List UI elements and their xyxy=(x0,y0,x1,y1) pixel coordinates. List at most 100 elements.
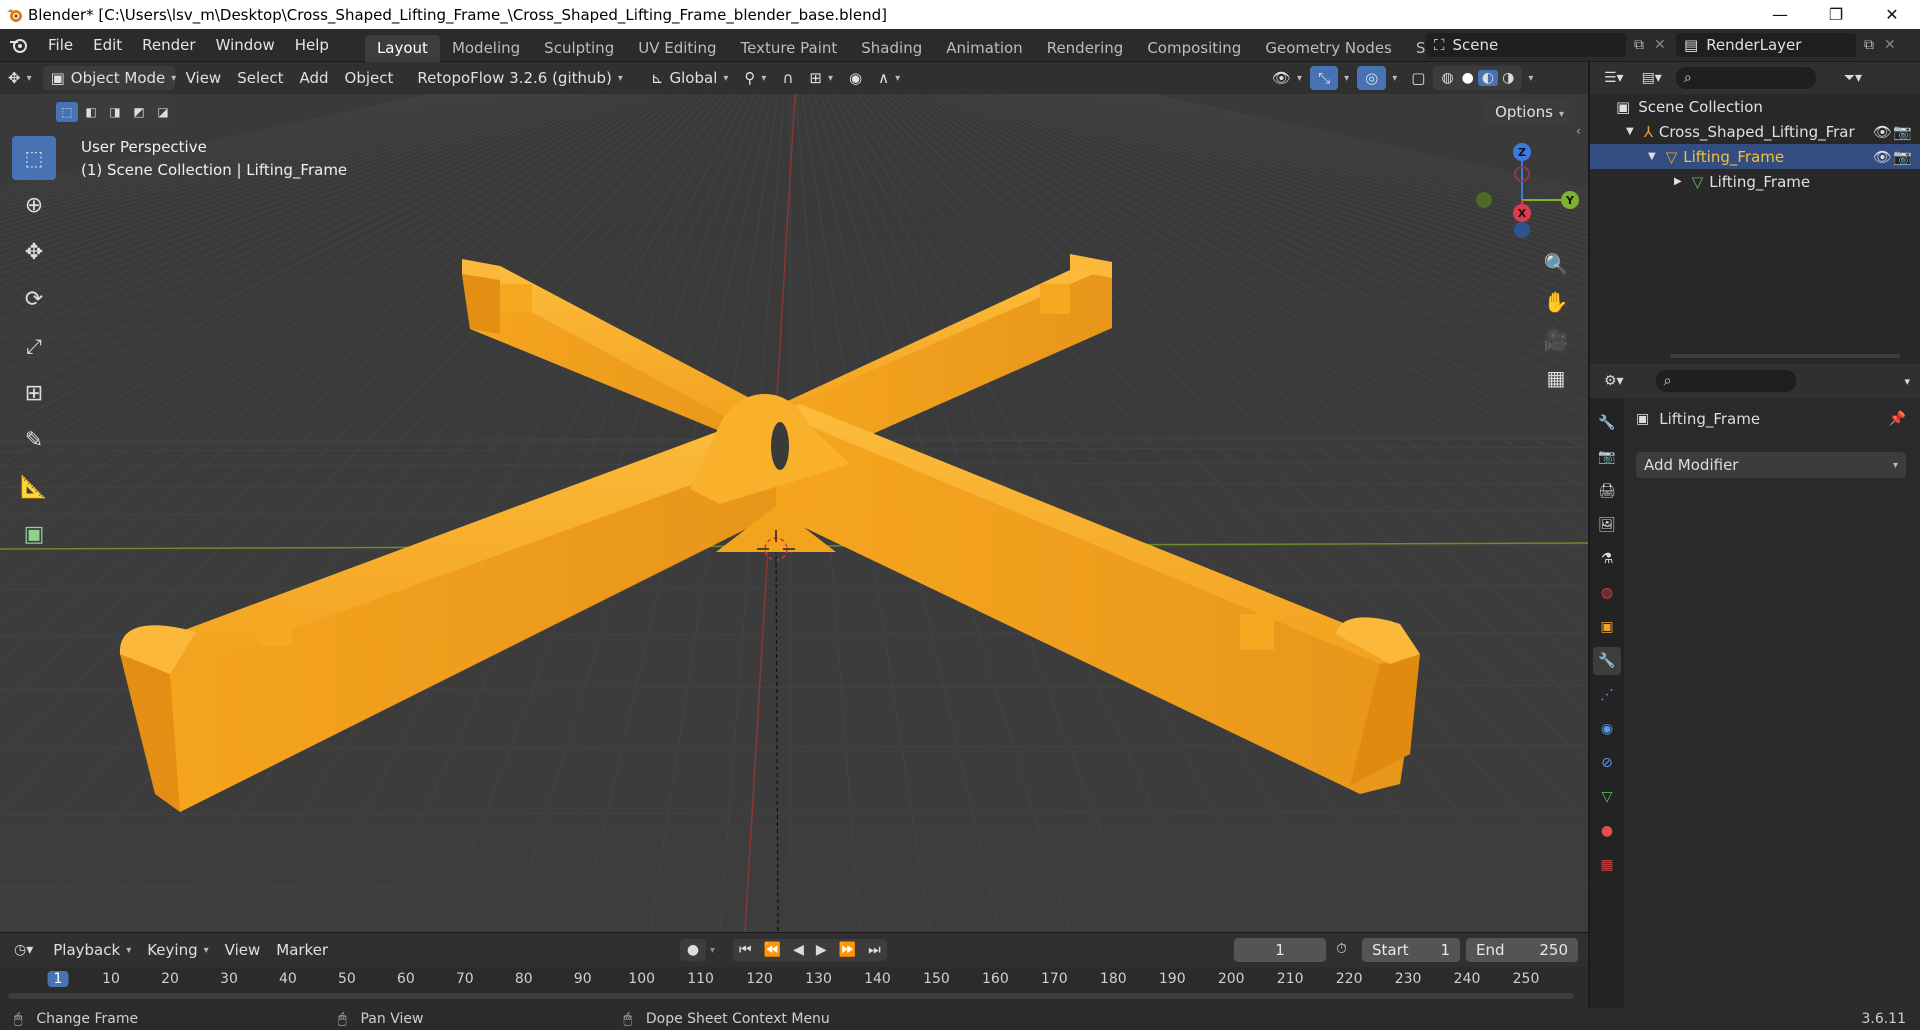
object-tab-icon[interactable]: ▣ xyxy=(1593,613,1621,641)
sidebar-toggle-icon[interactable]: ‹ xyxy=(1576,124,1581,138)
properties-options-icon[interactable]: ▾ xyxy=(1904,375,1910,388)
view-layer-tab-icon[interactable]: 🖼 xyxy=(1593,511,1621,539)
pin-icon[interactable]: 📌 xyxy=(1889,411,1906,427)
tab-shading[interactable]: Shading xyxy=(849,35,934,62)
new-scene-icon[interactable]: ⧉ xyxy=(1634,37,1644,53)
snap-toggle[interactable]: ∩ xyxy=(774,66,801,90)
overlay-dropdown-icon[interactable]: ▾ xyxy=(1392,73,1397,84)
outliner-root[interactable]: ▣ Scene Collection xyxy=(1590,94,1920,119)
proportional-edit-toggle[interactable]: ◉ xyxy=(841,66,870,90)
outliner-item-collection[interactable]: ▼ ⅄ Cross_Shaped_Lifting_Frar 👁 📷 xyxy=(1590,119,1920,144)
output-tab-icon[interactable]: 🖨 xyxy=(1593,477,1621,505)
outliner-search-input[interactable]: ⌕ xyxy=(1675,67,1816,89)
menu-playback[interactable]: Playback ▾ xyxy=(45,938,139,962)
restore-icon[interactable]: ❐ xyxy=(1808,0,1864,29)
menu-add[interactable]: Add xyxy=(292,66,337,90)
falloff-dropdown[interactable]: ∧ ▾ xyxy=(870,66,908,90)
render-layer-selector[interactable]: ▤ RenderLayer xyxy=(1676,33,1856,57)
hand-pan-icon[interactable]: ✋ xyxy=(1539,285,1573,319)
editor-type-button[interactable]: ✥ ▾ xyxy=(0,66,40,90)
transform-orientation-dropdown[interactable]: ⊾ Global ▾ xyxy=(643,66,736,90)
play-icon[interactable]: ▶ xyxy=(810,942,833,958)
menu-render[interactable]: Render xyxy=(132,29,205,62)
scene-tab-icon[interactable]: ⚗ xyxy=(1593,545,1621,573)
material-tab-icon[interactable]: ● xyxy=(1593,817,1621,845)
select-subtract-icon[interactable]: ◨ xyxy=(104,102,126,122)
tool-tab-icon[interactable]: 🔧 xyxy=(1593,409,1621,437)
material-shading-icon[interactable]: ◐ xyxy=(1477,70,1499,86)
jump-keyframe-back-icon[interactable]: ⏪ xyxy=(758,942,787,958)
add-modifier-dropdown[interactable]: Add Modifier ▾ xyxy=(1636,452,1906,478)
blender-menu-icon[interactable] xyxy=(0,36,38,54)
menu-keying[interactable]: Keying ▾ xyxy=(139,938,216,962)
tab-sculpting[interactable]: Sculpting xyxy=(532,35,626,62)
menu-edit[interactable]: Edit xyxy=(83,29,132,62)
outliner-scrollbar[interactable] xyxy=(1670,354,1900,358)
retopoflow-menu[interactable]: RetopoFlow 3.2.6 (github) ▾ xyxy=(409,66,631,90)
rotate-tool[interactable]: ⟳ xyxy=(12,277,56,321)
transform-tool[interactable]: ⊞ xyxy=(12,371,56,415)
zoom-icon[interactable]: 🔍 xyxy=(1539,247,1573,281)
visibility-eye-icon[interactable]: 👁 xyxy=(1873,148,1892,166)
stopwatch-icon[interactable]: ⏱ xyxy=(1336,941,1347,957)
visibility-dropdown[interactable]: 👁 ▾ xyxy=(1264,66,1310,90)
menu-window[interactable]: Window xyxy=(206,29,285,62)
wireframe-shading-icon[interactable]: ◍ xyxy=(1437,70,1457,86)
tab-animation[interactable]: Animation xyxy=(934,35,1034,62)
outliner-item-lifting-frame[interactable]: ▼ ▽ Lifting_Frame 👁 📷 xyxy=(1590,144,1920,169)
world-tab-icon[interactable]: ◍ xyxy=(1593,579,1621,607)
texture-tab-icon[interactable]: ▦ xyxy=(1593,851,1621,879)
display-mode-icon[interactable]: ▤▾ xyxy=(1642,70,1662,86)
add-cube-tool[interactable]: ▣ xyxy=(12,512,56,556)
select-intersect-icon[interactable]: ◪ xyxy=(152,102,174,122)
rendered-shading-icon[interactable]: ◑ xyxy=(1498,70,1518,86)
delete-scene-icon[interactable]: ✕ xyxy=(1654,37,1666,53)
select-invert-icon[interactable]: ◩ xyxy=(128,102,150,122)
select-box-tool[interactable]: ⬚ xyxy=(12,136,56,180)
select-extend-icon[interactable]: ◧ xyxy=(80,102,102,122)
viewport-options-button[interactable]: Options ▾ xyxy=(1485,100,1574,124)
play-reverse-icon[interactable]: ◀ xyxy=(787,942,810,958)
tab-layout[interactable]: Layout xyxy=(364,34,440,62)
gizmo-dropdown-icon[interactable]: ▾ xyxy=(1344,73,1349,84)
3d-viewport[interactable]: ⬚ ◧ ◨ ◩ ◪ ⬚ ⊕ ✥ ⟳ ⤢ ⊞ ✎ 📐 ▣ User Perspec… xyxy=(0,94,1588,932)
end-frame-field[interactable]: End 250 xyxy=(1466,938,1578,962)
menu-help[interactable]: Help xyxy=(285,29,339,62)
visibility-eye-icon[interactable]: 👁 xyxy=(1873,123,1892,141)
timeline-scrollbar[interactable] xyxy=(8,993,1574,999)
tab-rendering[interactable]: Rendering xyxy=(1035,35,1136,62)
tab-modeling[interactable]: Modeling xyxy=(440,35,532,62)
physics-tab-icon[interactable]: ◉ xyxy=(1593,715,1621,743)
expand-arrow-icon[interactable]: ▶ xyxy=(1674,176,1682,187)
annotate-tool[interactable]: ✎ xyxy=(12,418,56,462)
render-camera-icon[interactable]: 📷 xyxy=(1893,123,1912,141)
menu-timeline-view[interactable]: View xyxy=(217,938,269,962)
jump-start-icon[interactable]: ⏮ xyxy=(733,942,758,958)
start-frame-field[interactable]: Start 1 xyxy=(1362,938,1460,962)
tab-compositing[interactable]: Compositing xyxy=(1135,35,1253,62)
menu-select[interactable]: Select xyxy=(229,66,291,90)
particles-tab-icon[interactable]: ⋰ xyxy=(1593,681,1621,709)
pivot-point-dropdown[interactable]: ⚲ ▾ xyxy=(736,66,774,90)
shading-dropdown-icon[interactable]: ▾ xyxy=(1528,73,1533,84)
measure-tool[interactable]: 📐 xyxy=(12,465,56,509)
properties-search-input[interactable]: ⌕ xyxy=(1655,370,1796,392)
close-icon[interactable]: ✕ xyxy=(1864,0,1920,29)
cursor-tool[interactable]: ⊕ xyxy=(12,183,56,227)
outliner-editor-icon[interactable]: ☰▾ xyxy=(1604,70,1624,86)
properties-editor-icon[interactable]: ⚙▾ xyxy=(1604,373,1624,389)
xray-toggle[interactable]: ▢ xyxy=(1403,66,1433,90)
minimize-icon[interactable]: — xyxy=(1752,0,1808,29)
auto-key-dropdown-icon[interactable]: ▾ xyxy=(710,945,715,956)
navigation-gizmo[interactable]: Z Y X xyxy=(1466,140,1586,250)
render-tab-icon[interactable]: 📷 xyxy=(1593,443,1621,471)
jump-end-icon[interactable]: ⏭ xyxy=(862,942,887,958)
menu-file[interactable]: File xyxy=(38,29,83,62)
expand-arrow-icon[interactable]: ▼ xyxy=(1626,126,1634,137)
grid-perspective-icon[interactable]: ▦ xyxy=(1539,361,1573,395)
delete-layer-icon[interactable]: ✕ xyxy=(1884,37,1896,53)
filter-icon[interactable]: ⏷▾ xyxy=(1844,70,1862,86)
jump-keyframe-forward-icon[interactable]: ⏩ xyxy=(833,942,862,958)
current-frame-field[interactable]: 1 xyxy=(1234,938,1326,962)
tab-uv-editing[interactable]: UV Editing xyxy=(626,35,728,62)
